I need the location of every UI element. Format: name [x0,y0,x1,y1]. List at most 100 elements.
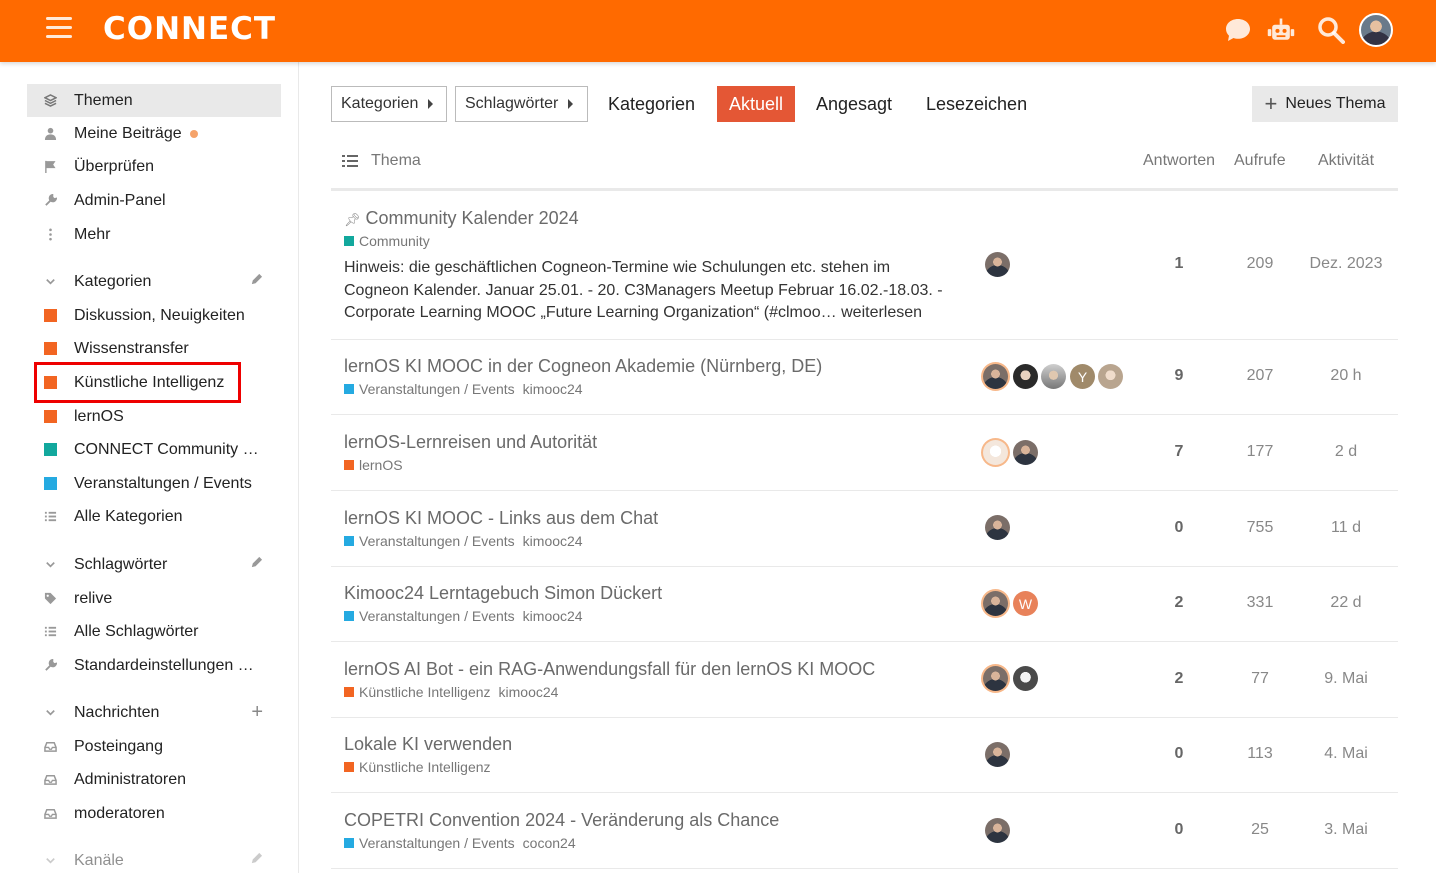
topic-category[interactable]: Künstliche Intelligenz kimooc24 [344,684,558,700]
user-icon [27,127,74,140]
sidebar-tag-relive[interactable]: relive [27,582,281,615]
sidebar-inbox-moderatoren[interactable]: moderatoren [27,797,281,830]
categories-dropdown-label: Kategorien [341,95,419,112]
sidebar-all-categories[interactable]: Alle Kategorien [27,500,281,533]
topic-activity[interactable]: 9. Mai [1296,670,1396,688]
avatar[interactable] [985,252,1010,277]
table-row: Kimooc24 Lerntagebuch Simon Dückert Vera… [331,567,1398,642]
avatar[interactable] [983,364,1008,389]
topic-category[interactable]: Veranstaltungen / Events cocon24 [344,835,576,851]
user-avatar[interactable] [1359,13,1393,47]
channels-section-header[interactable]: Kanäle [27,844,281,877]
robot-icon[interactable] [1266,15,1296,45]
categories-section-header[interactable]: Kategorien [27,265,281,298]
avatar[interactable] [985,818,1010,843]
sidebar-category-wissenstransfer[interactable]: Wissenstransfer [27,332,281,365]
topic-activity[interactable]: 20 h [1296,367,1396,385]
pin-icon: 📌︎ [344,212,361,227]
column-views-header[interactable]: Aufrufe [1234,150,1286,172]
sidebar-item-admin-panel[interactable]: Admin-Panel [27,184,281,217]
sidebar-category-diskussion[interactable]: Diskussion, Neuigkeiten [27,299,281,332]
topic-title-link[interactable]: 📌︎ Community Kalender 2024 [344,208,579,229]
avatar[interactable]: Y [1070,364,1095,389]
edit-pencil-icon[interactable] [250,852,263,869]
messages-section-header[interactable]: Nachrichten + [27,696,281,729]
topic-tag[interactable]: kimooc24 [523,381,583,397]
topic-tag[interactable]: kimooc24 [499,684,559,700]
avatar[interactable] [983,440,1008,465]
category-color-square [27,443,74,456]
avatar[interactable] [1013,440,1038,465]
sidebar-category-lernos[interactable]: lernOS [27,400,281,433]
topic-title-link[interactable]: lernOS-Lernreisen und Autorität [344,432,597,453]
topic-title-link[interactable]: lernOS KI MOOC in der Cogneon Akademie (… [344,356,822,377]
avatar[interactable] [983,666,1008,691]
topic-category[interactable]: lernOS [344,457,403,473]
site-logo[interactable]: CONNECT [103,11,276,47]
flag-icon [27,160,74,173]
edit-pencil-icon[interactable] [250,273,263,290]
sidebar-item-mehr[interactable]: Mehr [27,218,281,251]
sidebar-inbox-posteingang[interactable]: Posteingang [27,730,281,763]
topic-views-count: 77 [1251,670,1269,687]
sidebar-item-ueberpruefen[interactable]: Überprüfen [27,150,281,183]
sidebar-item-label: Posteingang [74,737,163,755]
sidebar-item-meine-beitraege[interactable]: Meine Beiträge [27,117,281,150]
topic-activity[interactable]: 3. Mai [1296,821,1396,839]
avatar[interactable] [1041,364,1066,389]
chevron-down-icon [27,275,74,288]
topic-title-link[interactable]: lernOS KI MOOC - Links aus dem Chat [344,508,658,529]
sidebar-all-tags[interactable]: Alle Schlagwörter [27,615,281,648]
topic-title-link[interactable]: Lokale KI verwenden [344,734,512,755]
more-icon [27,228,74,241]
tab-lesezeichen[interactable]: Lesezeichen [926,86,1027,122]
avatar[interactable] [1013,666,1038,691]
topic-category[interactable]: Veranstaltungen / Events kimooc24 [344,533,583,549]
sidebar-category-connect-community[interactable]: CONNECT Community … [27,433,281,466]
column-topic-header[interactable]: Thema [342,150,421,172]
tab-kategorien[interactable]: Kategorien [608,86,695,122]
topic-category[interactable]: Community [344,233,430,249]
topic-activity[interactable]: 11 d [1296,519,1396,537]
sidebar-inbox-administratoren[interactable]: Administratoren [27,763,281,796]
plus-icon[interactable]: + [251,701,263,724]
topic-title-link[interactable]: Kimooc24 Lerntagebuch Simon Dückert [344,583,662,604]
edit-pencil-icon[interactable] [250,556,263,573]
avatar[interactable] [983,591,1008,616]
column-replies-header[interactable]: Antworten [1143,150,1215,172]
topic-activity[interactable]: 4. Mai [1296,745,1396,763]
avatar[interactable]: W [1013,591,1038,616]
topic-tag[interactable]: cocon24 [523,835,576,851]
topic-title-link[interactable]: COPETRI Convention 2024 - Veränderung al… [344,810,779,831]
sidebar-item-label: Alle Kategorien [74,507,183,525]
chat-icon[interactable] [1223,15,1253,45]
topic-category[interactable]: Veranstaltungen / Events kimooc24 [344,608,583,624]
topic-category[interactable]: Veranstaltungen / Events kimooc24 [344,381,583,397]
avatar[interactable] [1098,364,1123,389]
hamburger-menu-icon[interactable] [46,17,72,41]
sidebar-item-label: Veranstaltungen / Events [74,474,252,492]
tab-angesagt[interactable]: Angesagt [816,86,892,122]
sidebar-item-themen[interactable]: Themen [27,84,281,117]
topic-activity[interactable]: Dez. 2023 [1296,255,1396,273]
tags-dropdown[interactable]: Schlagwörter [455,86,588,122]
sidebar-category-veranstaltungen[interactable]: Veranstaltungen / Events [27,467,281,500]
sidebar-tag-settings[interactable]: Standardeinstellungen … [27,649,281,682]
category-color-square [344,236,354,246]
column-activity-header[interactable]: Aktivität [1318,150,1374,172]
topic-title-link[interactable]: lernOS AI Bot - ein RAG-Anwendungsfall f… [344,659,875,680]
avatar[interactable] [1013,364,1038,389]
topic-tag[interactable]: kimooc24 [523,608,583,624]
avatar[interactable] [985,742,1010,767]
topic-activity[interactable]: 22 d [1296,594,1396,612]
read-more-link[interactable]: weiterlesen [841,304,922,321]
tab-aktuell[interactable]: Aktuell [717,86,796,122]
avatar[interactable] [985,515,1010,540]
tags-section-header[interactable]: Schlagwörter [27,548,281,581]
topic-activity[interactable]: 2 d [1296,443,1396,461]
topic-tag[interactable]: kimooc24 [523,533,583,549]
search-icon[interactable] [1316,15,1346,45]
topic-category[interactable]: Künstliche Intelligenz [344,759,491,775]
new-topic-button[interactable]: + Neues Thema [1252,86,1398,122]
categories-dropdown[interactable]: Kategorien [331,86,447,122]
